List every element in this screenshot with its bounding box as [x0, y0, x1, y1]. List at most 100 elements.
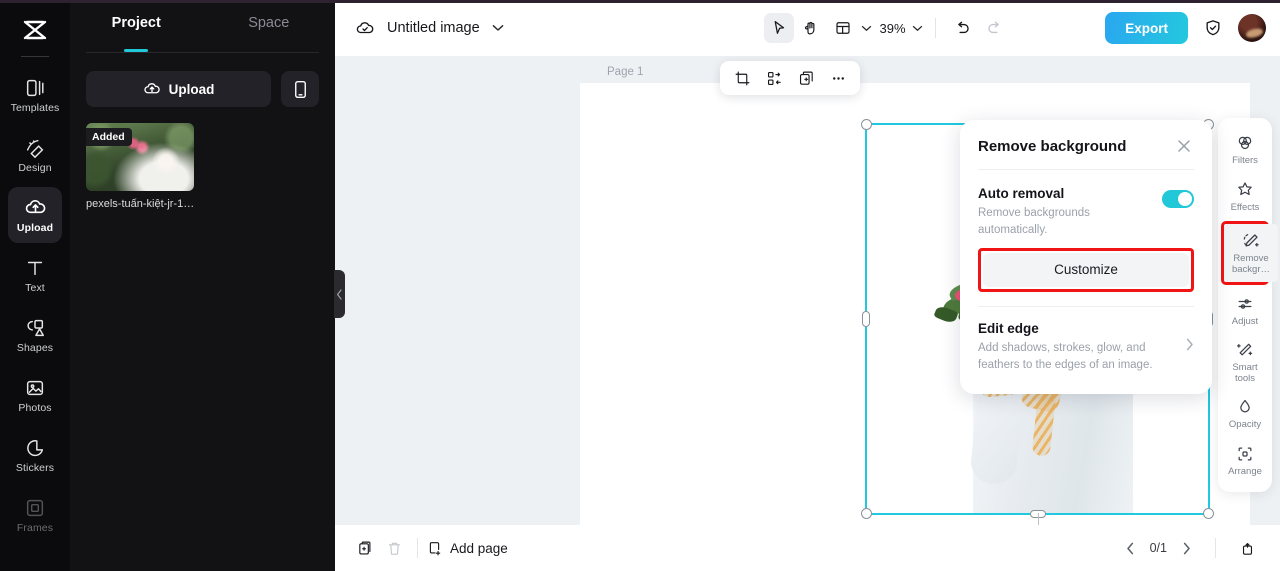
- rail-divider: [21, 56, 49, 57]
- sidebar-item-label: Frames: [16, 521, 54, 534]
- sidebar-item-label: Stickers: [15, 461, 55, 474]
- privacy-shield-button[interactable]: [1198, 13, 1228, 43]
- tool-arrange[interactable]: Arrange: [1218, 437, 1272, 484]
- sidebar-item-label: Shapes: [16, 341, 54, 354]
- auto-removal-toggle[interactable]: [1162, 190, 1194, 208]
- app-logo[interactable]: [0, 6, 70, 54]
- design-icon: [24, 137, 46, 159]
- upload-cloud-icon: [143, 83, 160, 94]
- tool-effects[interactable]: Effects: [1218, 173, 1272, 220]
- rotate-stem: [1037, 513, 1039, 525]
- tab-space[interactable]: Space: [203, 0, 336, 46]
- upload-controls-row: Upload: [70, 53, 335, 107]
- opacity-droplet-icon: [1240, 400, 1250, 413]
- bottom-bar: Add page 0/1: [335, 525, 1280, 571]
- tool-label: Remove backgr…: [1231, 253, 1270, 275]
- undo-button[interactable]: [948, 13, 978, 43]
- panel-collapse-handle[interactable]: [334, 270, 345, 318]
- page-label: Page 1: [607, 66, 644, 78]
- shield-check-icon: [1206, 20, 1220, 36]
- upload-button[interactable]: Upload: [86, 71, 271, 107]
- effects-star-icon: [1238, 182, 1252, 195]
- tool-remove-background[interactable]: Remove backgr…: [1224, 224, 1278, 282]
- sidebar-item-frames[interactable]: Frames: [8, 487, 62, 543]
- left-navigation-rail: Templates Design Upload Text Shapes Phot…: [0, 0, 70, 571]
- crop-button[interactable]: [728, 64, 756, 92]
- duplicate-icon: [799, 71, 813, 85]
- edit-edge-row[interactable]: Edit edge Add shadows, strokes, glow, an…: [978, 321, 1194, 375]
- canvas-stage[interactable]: Page 1 Remove background Auto removal Re…: [335, 56, 1280, 525]
- panel-title: Remove background: [978, 137, 1127, 155]
- zoom-control[interactable]: 39%: [880, 21, 923, 36]
- close-panel-button[interactable]: [1174, 136, 1194, 156]
- sidebar-item-shapes[interactable]: Shapes: [8, 307, 62, 363]
- hand-icon: [804, 21, 814, 35]
- resize-handle-left[interactable]: [862, 311, 870, 327]
- tool-filters[interactable]: Filters: [1218, 126, 1272, 173]
- export-button[interactable]: Export: [1105, 12, 1188, 44]
- sidebar-item-upload[interactable]: Upload: [8, 187, 62, 243]
- add-page-button[interactable]: Add page: [426, 540, 508, 557]
- tool-opacity[interactable]: Opacity: [1218, 390, 1272, 437]
- redo-button[interactable]: [980, 13, 1010, 43]
- hand-tool-button[interactable]: [796, 13, 826, 43]
- panel-divider-2: [978, 305, 1194, 307]
- toolbar-divider: [934, 18, 936, 38]
- resize-handle-top-left[interactable]: [861, 119, 872, 130]
- redo-arrow-icon: [988, 21, 999, 33]
- stickers-icon: [24, 437, 46, 459]
- layout-tool-button[interactable]: [828, 13, 858, 43]
- object-floating-toolbar: [720, 61, 860, 95]
- sidebar-item-text[interactable]: Text: [8, 247, 62, 303]
- frames-icon: [24, 497, 46, 519]
- remove-background-panel: Remove background Auto removal Remove ba…: [960, 120, 1212, 394]
- more-options-button[interactable]: [824, 64, 852, 92]
- document-title-group[interactable]: Untitled image: [355, 18, 504, 38]
- upload-from-phone-button[interactable]: [281, 71, 319, 107]
- templates-icon: [24, 77, 46, 99]
- sidebar-item-stickers[interactable]: Stickers: [8, 427, 62, 483]
- chevron-right-icon: [1183, 542, 1190, 554]
- sidebar-item-design[interactable]: Design: [8, 127, 62, 183]
- tab-project[interactable]: Project: [70, 0, 203, 46]
- asset-item[interactable]: Added pexels-tuấn-kiệt-jr-1…: [86, 123, 194, 210]
- cloud-saved-icon: [356, 22, 374, 34]
- auto-removal-row: Auto removal Remove backgrounds automati…: [978, 170, 1194, 240]
- sidebar-item-label: Templates: [10, 101, 60, 114]
- upload-button-label: Upload: [168, 81, 215, 97]
- filters-icon: [1238, 136, 1252, 150]
- adjust-sliders-icon: [1238, 298, 1252, 309]
- bottom-divider-2: [1215, 538, 1216, 558]
- add-page-label: Add page: [450, 540, 508, 556]
- customize-highlight-annotation: Customize: [978, 247, 1194, 292]
- chevron-down-icon[interactable]: [492, 24, 504, 32]
- next-page-button[interactable]: [1175, 536, 1199, 560]
- select-tool-button[interactable]: [763, 13, 794, 43]
- duplicate-button[interactable]: [792, 64, 820, 92]
- asset-filename: pexels-tuấn-kiệt-jr-1…: [86, 198, 194, 210]
- sidebar-item-label: Upload: [16, 221, 54, 234]
- arrange-icon: [1238, 447, 1252, 461]
- resize-handle-bottom-right[interactable]: [1203, 508, 1214, 519]
- chevron-right-icon: [1186, 338, 1193, 351]
- resize-handle-bottom-left[interactable]: [861, 508, 872, 519]
- replace-button[interactable]: [760, 64, 788, 92]
- export-page-button[interactable]: [1232, 533, 1262, 563]
- tool-label: Adjust: [1231, 315, 1259, 327]
- sidebar-item-photos[interactable]: Photos: [8, 367, 62, 423]
- bottom-divider: [417, 538, 418, 558]
- tool-label: Arrange: [1228, 466, 1262, 477]
- tool-adjust[interactable]: Adjust: [1218, 287, 1272, 334]
- prev-page-button[interactable]: [1118, 536, 1142, 560]
- zoom-chevron-down-icon: [912, 25, 922, 31]
- sidebar-item-templates[interactable]: Templates: [8, 67, 62, 123]
- duplicate-page-button[interactable]: [349, 533, 379, 563]
- asset-thumbnail[interactable]: Added: [86, 123, 194, 191]
- edit-edge-chevron[interactable]: [1178, 338, 1194, 356]
- delete-page-button[interactable]: [379, 533, 409, 563]
- avatar[interactable]: [1238, 14, 1266, 42]
- document-title: Untitled image: [387, 20, 480, 36]
- customize-button[interactable]: Customize: [983, 252, 1189, 287]
- layout-chevron-down-icon[interactable]: [861, 25, 872, 32]
- tool-smart-tools[interactable]: Smart tools: [1218, 333, 1272, 390]
